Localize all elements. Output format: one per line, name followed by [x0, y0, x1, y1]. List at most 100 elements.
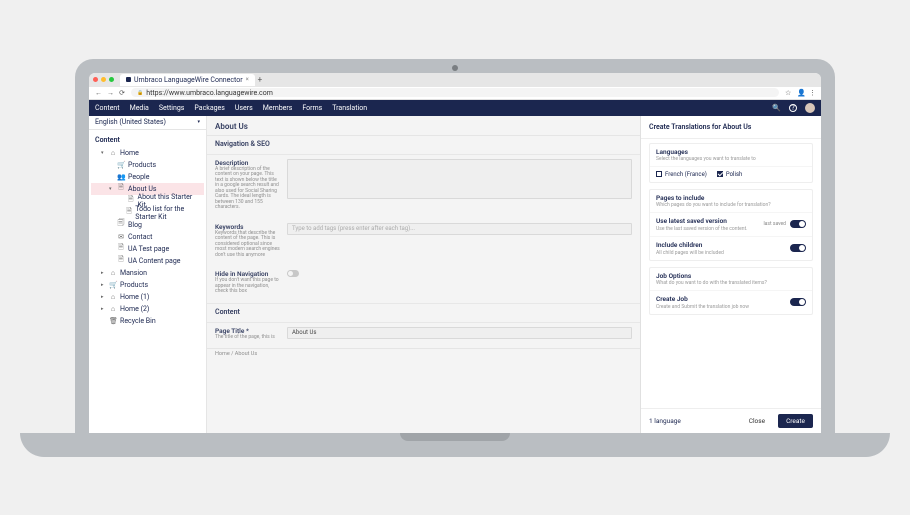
menu-item-forms[interactable]: Forms	[302, 104, 322, 112]
star-icon[interactable]: ☆	[785, 89, 791, 97]
window-max-icon[interactable]	[109, 77, 114, 82]
lang-polish[interactable]: Polish	[717, 171, 743, 178]
row-latest-version: Use latest saved version Use the last sa…	[650, 212, 812, 236]
menu-item-content[interactable]: Content	[95, 104, 120, 112]
lang-french[interactable]: French (France)	[656, 171, 707, 178]
avatar[interactable]	[805, 103, 815, 113]
caret-icon[interactable]: ▸	[101, 294, 106, 300]
row-create-job: Create Job Create and Submit the transla…	[650, 290, 812, 314]
menu-item-users[interactable]: Users	[235, 104, 253, 112]
chevron-down-icon: ▾	[197, 119, 200, 125]
caret-icon[interactable]: ▸	[101, 282, 106, 288]
content-tree: ▾⌂Home🛒Products👥People▾🗎About Us🗎About t…	[89, 147, 206, 327]
node-label: Blog	[128, 221, 142, 229]
node-icon: 🗐	[117, 219, 125, 230]
caret-icon[interactable]: ▾	[101, 150, 106, 156]
card-languages: Languages Select the languages you want …	[649, 143, 813, 183]
caret-icon[interactable]: ▸	[101, 306, 106, 312]
toggle-latest[interactable]	[790, 220, 806, 228]
tab-title: Umbraco LanguageWire Connector	[134, 76, 243, 84]
close-button[interactable]: Close	[741, 414, 773, 428]
favicon-icon	[126, 77, 131, 82]
browser-tab[interactable]: Umbraco LanguageWire Connector ×	[120, 74, 255, 86]
footer-summary: 1 language	[649, 417, 681, 425]
node-label: People	[128, 173, 149, 181]
node-icon: ⌂	[109, 269, 117, 277]
help-icon[interactable]: ?	[789, 104, 797, 112]
toggle-children[interactable]	[790, 244, 806, 252]
dimming-overlay	[207, 116, 640, 433]
node-icon: 🛒	[109, 281, 117, 289]
address-bar: ← → ⟳ 🔒 https://www.umbraco.languagewire…	[89, 87, 821, 100]
tag-last-saved: last saved	[763, 221, 786, 227]
caret-icon[interactable]: ▾	[109, 186, 114, 192]
toggle-create-job[interactable]	[790, 298, 806, 306]
node-label: Contact	[128, 233, 152, 241]
node-label: Home	[120, 149, 139, 157]
app-menu: Content Media Settings Packages Users Me…	[89, 100, 821, 116]
profile-icon[interactable]: 👤	[797, 89, 803, 97]
tree-item-contact[interactable]: ✉Contact	[91, 231, 204, 243]
node-label: Products	[128, 161, 156, 169]
create-button[interactable]: Create	[778, 414, 813, 428]
tree-item-products[interactable]: 🛒Products	[91, 159, 204, 171]
forward-icon[interactable]: →	[107, 89, 113, 97]
translation-panel: Create Translations for About Us Languag…	[641, 116, 821, 433]
card-job: Job Options What do you want to do with …	[649, 267, 813, 315]
tree-item-people[interactable]: 👥People	[91, 171, 204, 183]
node-label: UA Content page	[128, 257, 180, 265]
caret-icon[interactable]: ▸	[101, 270, 106, 276]
node-label: Recycle Bin	[120, 317, 156, 325]
node-icon: 🗎	[117, 243, 125, 254]
node-icon: ✉	[117, 233, 125, 241]
browser-menu-icon[interactable]: ⋮	[809, 89, 815, 97]
back-icon[interactable]: ←	[95, 89, 101, 97]
node-icon: ⌂	[109, 293, 117, 301]
tree-item-home-1-[interactable]: ▸⌂Home (1)	[91, 291, 204, 303]
menu-item-media[interactable]: Media	[130, 104, 149, 112]
tree-item-mansion[interactable]: ▸⌂Mansion	[91, 267, 204, 279]
tree-item-ua-content-page[interactable]: 🗎UA Content page	[91, 255, 204, 267]
tree-item-home[interactable]: ▾⌂Home	[91, 147, 204, 159]
node-icon: 👥	[117, 173, 125, 181]
node-label: About Us	[128, 185, 157, 193]
lock-icon: 🔒	[137, 90, 143, 96]
menu-item-packages[interactable]: Packages	[194, 104, 224, 112]
browser-tab-bar: Umbraco LanguageWire Connector × +	[89, 73, 821, 87]
node-icon: 🛒	[117, 161, 125, 169]
reload-icon[interactable]: ⟳	[119, 89, 125, 97]
node-icon: 🗎	[117, 255, 125, 266]
node-icon: ⌂	[109, 149, 117, 157]
search-icon[interactable]: 🔍	[772, 104, 781, 112]
main-editor: About Us Navigation & SEO Description A …	[207, 116, 641, 433]
language-label: English (United States)	[95, 118, 166, 126]
menu-item-members[interactable]: Members	[263, 104, 293, 112]
sidebar: English (United States) ▾ Content ▾⌂Home…	[89, 116, 207, 433]
language-select[interactable]: English (United States) ▾	[89, 116, 206, 130]
node-label: Products	[120, 281, 148, 289]
tree-item-ua-test-page[interactable]: 🗎UA Test page	[91, 243, 204, 255]
node-label: Todo list for the Starter Kit	[135, 205, 200, 221]
window-min-icon[interactable]	[101, 77, 106, 82]
card-pages: Pages to include Which pages do you want…	[649, 189, 813, 261]
node-icon: ⌂	[109, 305, 117, 313]
url-field[interactable]: 🔒 https://www.umbraco.languagewire.com	[131, 88, 779, 97]
menu-item-translation[interactable]: Translation	[332, 104, 367, 112]
panel-title: Create Translations for About Us	[641, 116, 821, 139]
tab-close-icon[interactable]: ×	[246, 76, 249, 83]
tree-item-home-2-[interactable]: ▸⌂Home (2)	[91, 303, 204, 315]
node-icon: 🗑	[109, 317, 117, 325]
row-include-children: Include children All child pages will be…	[650, 236, 812, 260]
node-label: Home (1)	[120, 293, 149, 301]
node-icon: 🗎	[126, 207, 132, 218]
node-label: Home (2)	[120, 305, 149, 313]
window-close-icon[interactable]	[93, 77, 98, 82]
tree-item-todo-list-for-the-starter-kit[interactable]: 🗎Todo list for the Starter Kit	[91, 207, 204, 219]
node-label: Mansion	[120, 269, 147, 277]
new-tab-button[interactable]: +	[255, 75, 265, 84]
tree-item-recycle-bin[interactable]: 🗑Recycle Bin	[91, 315, 204, 327]
menu-item-settings[interactable]: Settings	[159, 104, 185, 112]
node-icon: 🗎	[117, 183, 125, 194]
tree-item-products[interactable]: ▸🛒Products	[91, 279, 204, 291]
node-label: UA Test page	[128, 245, 169, 253]
